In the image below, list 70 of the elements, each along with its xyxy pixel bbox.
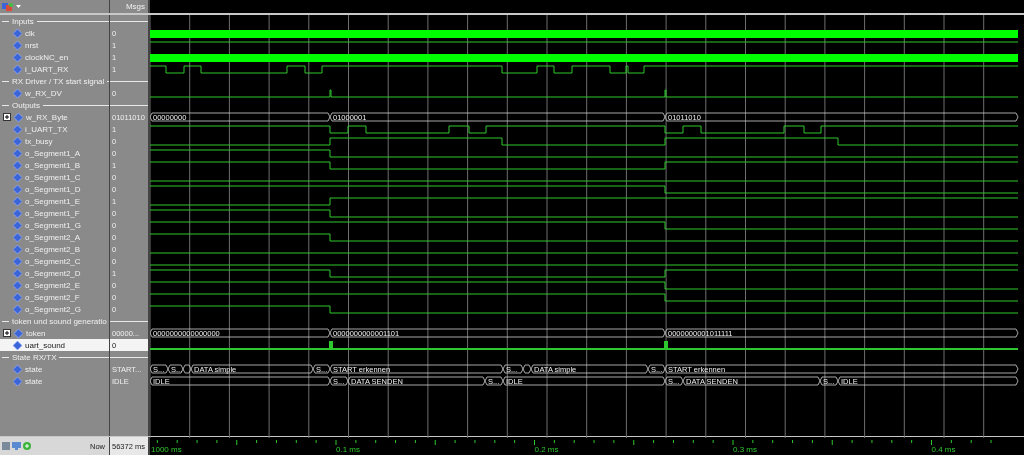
signal-row[interactable]: clockNC_en <box>0 51 109 63</box>
signal-name: o_Segment1_B <box>25 160 81 170</box>
signal-name: o_Segment1_D <box>25 184 81 194</box>
caret-icon[interactable] <box>16 4 21 9</box>
signal-name: w_RX_DV <box>25 88 62 98</box>
signal-row[interactable]: o_Segment1_C <box>0 171 109 183</box>
signal-name: o_Segment1_F <box>25 208 80 218</box>
signal-name: uart_sound <box>25 340 66 350</box>
signal-row[interactable]: o_Segment1_B <box>0 159 109 171</box>
signal-icon <box>13 88 22 98</box>
signal-name: i_UART_TX <box>25 124 68 134</box>
signal-name: tx_busy <box>25 136 53 146</box>
group-title: Inputs <box>12 16 34 26</box>
signal-row[interactable]: state <box>0 375 109 387</box>
column-header: Msgs <box>125 2 145 11</box>
signal-row[interactable]: token <box>0 327 109 339</box>
signal-name: o_Segment1_G <box>25 220 82 230</box>
time-label: 1000 ms <box>151 445 182 454</box>
signal-row[interactable]: o_Segment1_G <box>0 219 109 231</box>
monitor-icon[interactable] <box>12 442 21 450</box>
signal-row[interactable]: o_Segment1_D <box>0 183 109 195</box>
signal-name: o_Segment2_B <box>25 244 81 254</box>
time-label: 0.4 ms <box>931 445 956 454</box>
signal-row[interactable]: i_UART_RX <box>0 63 109 75</box>
signal-row[interactable]: o_Segment2_G <box>0 303 109 315</box>
signal-row[interactable]: o_Segment2_C <box>0 255 109 267</box>
group-title: Outputs <box>12 100 40 110</box>
signal-name: state <box>25 376 43 386</box>
signal-row[interactable]: o_Segment1_F <box>0 207 109 219</box>
signal-name: nrst <box>25 40 39 50</box>
signal-name: o_Segment2_C <box>25 256 81 266</box>
add-icon[interactable] <box>23 442 31 450</box>
expand-icon[interactable] <box>3 329 11 337</box>
signal-name: o_Segment2_F <box>25 292 80 302</box>
signal-row[interactable]: nrst <box>0 39 109 51</box>
time-label: 0.1 ms <box>336 445 360 454</box>
signal-row[interactable]: o_Segment2_F <box>0 291 109 303</box>
signal-name: clk <box>25 28 35 38</box>
toolbar-icon[interactable] <box>2 1 14 12</box>
signal-row[interactable]: o_Segment2_A <box>0 231 109 243</box>
signal-name: o_Segment1_A <box>25 148 81 158</box>
signal-name: o_Segment2_G <box>25 304 82 314</box>
signal-name: clockNC_en <box>25 52 69 62</box>
signal-name: o_Segment1_C <box>25 172 81 182</box>
signal-row[interactable]: i_UART_TX <box>0 123 109 135</box>
signal-row[interactable]: o_Segment1_A <box>0 147 109 159</box>
signal-row[interactable]: w_RX_DV <box>0 87 109 99</box>
signal-row[interactable]: o_Segment2_B <box>0 243 109 255</box>
signal-row[interactable]: o_Segment2_E <box>0 279 109 291</box>
signal-row[interactable]: state <box>0 363 109 375</box>
signal-row[interactable]: o_Segment2_D <box>0 267 109 279</box>
signal-name: token <box>26 328 46 338</box>
signal-row[interactable]: w_RX_Byte <box>0 111 109 123</box>
group-title: State RX/TX <box>12 352 57 362</box>
signal-name: o_Segment2_E <box>25 280 81 290</box>
group-title: token und sound generatio <box>12 316 107 326</box>
expand-icon[interactable] <box>3 113 11 121</box>
signal-row[interactable]: o_Segment1_E <box>0 195 109 207</box>
signal-row[interactable]: uart_sound <box>0 339 109 351</box>
time-label: 0.2 ms <box>534 445 559 454</box>
signal-row[interactable]: tx_busy <box>0 135 109 147</box>
signal-row[interactable]: clk <box>0 27 109 39</box>
group-title: RX Driver / TX start signal <box>12 76 105 86</box>
time-label: 0.3 ms <box>733 445 757 454</box>
signal-name: o_Segment2_D <box>25 268 81 278</box>
signal-name: o_Segment2_A <box>25 232 81 242</box>
signal-name: o_Segment1_E <box>25 196 81 206</box>
signal-name: state <box>25 364 43 374</box>
signal-name: w_RX_Byte <box>26 112 68 122</box>
signal-name: i_UART_RX <box>25 64 69 74</box>
